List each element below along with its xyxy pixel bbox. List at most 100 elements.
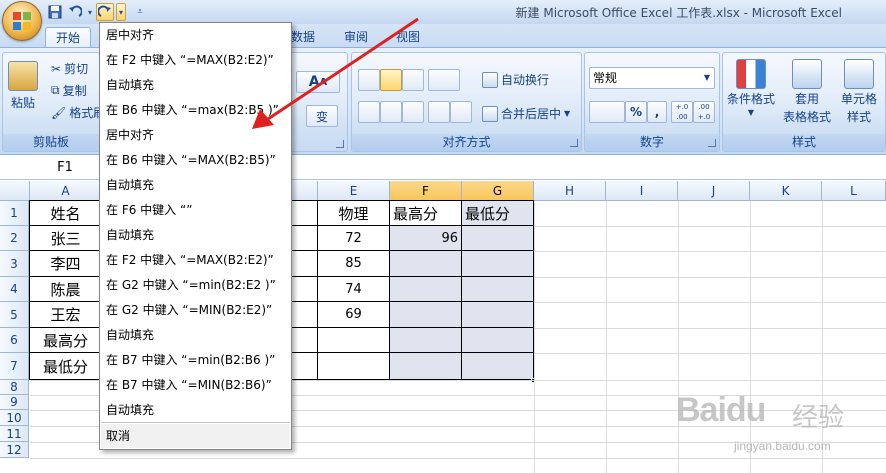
format-as-table-button[interactable]: 套用 表格格式	[783, 59, 831, 125]
row-header[interactable]: 12	[0, 442, 29, 458]
conditional-format-label: 条件格式	[727, 92, 776, 106]
alignment-group-label: 对齐方式	[352, 134, 581, 151]
menu-item[interactable]: 自动填充	[101, 223, 290, 248]
column-header[interactable]: E	[318, 181, 390, 201]
align-bottom-button[interactable]	[402, 69, 424, 91]
decrease-decimal-label: .00 +.0	[697, 103, 711, 121]
paste-label: 粘贴	[10, 96, 35, 110]
menu-item[interactable]: 在 B7 中键入 “=MIN(B2:B6)”	[101, 373, 290, 398]
row-header[interactable]: 9	[0, 395, 29, 410]
row-header[interactable]: 10	[0, 410, 29, 426]
cut-button[interactable]: ✂ 剪切	[51, 60, 88, 77]
merge-icon	[482, 105, 498, 122]
row-header[interactable]: 8	[0, 380, 29, 395]
phonetic-button[interactable]: 变	[306, 105, 338, 127]
menu-item[interactable]: 自动填充	[101, 73, 290, 98]
increase-decimal-button[interactable]: +.0 .00	[671, 101, 693, 123]
align-middle-button[interactable]	[380, 69, 402, 91]
number-format-select[interactable]: 常规 ▼	[589, 67, 715, 89]
align-center-button[interactable]	[380, 101, 402, 123]
undo-icon[interactable]	[66, 3, 84, 21]
column-header[interactable]: G	[462, 181, 534, 201]
menu-item[interactable]: 自动填充	[101, 323, 290, 348]
styles-group-label: 样式	[723, 134, 885, 151]
copy-label: 复制	[62, 84, 87, 98]
align-left-button[interactable]	[358, 101, 380, 123]
increase-decimal-label: +.0 .00	[675, 103, 689, 121]
menu-item[interactable]: 在 F2 中键入 “=MAX(B2:E2)”	[101, 48, 290, 73]
row-header[interactable]: 1	[0, 201, 29, 226]
menu-item[interactable]: 居中对齐	[101, 23, 290, 48]
column-header[interactable]: H	[534, 181, 606, 201]
row-header[interactable]: 3	[0, 251, 29, 277]
decrease-decimal-button[interactable]: .00 +.0	[693, 101, 715, 123]
customize-toolbar-icon[interactable]: ⩡	[134, 3, 146, 21]
shrink-font-label: A	[319, 76, 328, 88]
menu-item[interactable]: 在 F6 中键入 “”	[101, 198, 290, 223]
align-right-button[interactable]	[402, 101, 424, 123]
brush-icon: 🖌	[51, 105, 67, 120]
column-header[interactable]: L	[822, 181, 886, 201]
merge-center-button[interactable]: 合并后居中 ▼	[482, 105, 570, 122]
menu-item[interactable]: 在 B6 中键入 “=MAX(B2:B5)”	[101, 148, 290, 173]
menu-item[interactable]: 在 B6 中键入 “=max(B2:B5 )”	[101, 98, 290, 123]
row-header[interactable]: 6	[0, 328, 29, 353]
conditional-format-icon	[736, 59, 766, 89]
save-icon[interactable]	[46, 3, 64, 21]
row-header[interactable]: 11	[0, 426, 29, 442]
redo-history-menu: 居中对齐 在 F2 中键入 “=MAX(B2:E2)” 自动填充 在 B6 中键…	[99, 22, 292, 450]
menu-item[interactable]: 在 F2 中键入 “=MAX(B2:E2)”	[101, 248, 290, 273]
menu-item[interactable]: 在 B7 中键入 “=min(B2:B6 )”	[101, 348, 290, 373]
column-header[interactable]: K	[750, 181, 822, 201]
paste-button[interactable]: 粘贴	[8, 61, 38, 111]
menu-item[interactable]: 在 G2 中键入 “=min(B2:E2 )”	[101, 273, 290, 298]
column-header[interactable]: J	[678, 181, 750, 201]
percent-button[interactable]: %	[625, 101, 647, 123]
font-size-buttons[interactable]: AA	[296, 71, 340, 93]
window-title: 新建 Microsoft Office Excel 工作表.xlsx - Mic…	[515, 6, 842, 20]
alignment-launcher-icon[interactable]	[570, 139, 578, 147]
cell-styles-icon	[844, 59, 874, 89]
chevron-down-icon: ▼	[747, 108, 755, 117]
column-header[interactable]: A	[30, 181, 102, 201]
clipboard-group: 粘贴 ✂ 剪切 ⧉ 复制 🖌 格式刷 剪贴板	[2, 52, 105, 152]
tab-review[interactable]: 审阅	[334, 27, 378, 48]
cancel-menu-item[interactable]: 取消	[101, 424, 290, 448]
accounting-button[interactable]	[589, 101, 625, 123]
select-all-corner[interactable]	[0, 181, 30, 201]
format-painter-button[interactable]: 🖌 格式刷	[51, 104, 105, 121]
percent-label: %	[629, 105, 643, 119]
increase-indent-button[interactable]	[450, 101, 472, 123]
number-launcher-icon[interactable]	[708, 139, 716, 147]
alignment-group: 自动换行 合并后居中 ▼ 对齐方式	[351, 52, 582, 152]
decrease-indent-button[interactable]	[428, 101, 450, 123]
cell-styles-label-1: 单元格	[841, 92, 878, 106]
menu-item[interactable]: 自动填充	[101, 398, 290, 423]
redo-icon[interactable]	[96, 3, 114, 21]
menu-item[interactable]: 自动填充	[101, 173, 290, 198]
cell-styles-button[interactable]: 单元格 样式	[841, 59, 877, 125]
wrap-text-button[interactable]: 自动换行	[482, 71, 549, 88]
column-header[interactable]: F	[390, 181, 462, 201]
align-top-button[interactable]	[358, 69, 380, 91]
office-button[interactable]	[2, 1, 42, 41]
copy-button[interactable]: ⧉ 复制	[51, 82, 87, 99]
menu-item[interactable]: 居中对齐	[101, 123, 290, 148]
column-header[interactable]: I	[606, 181, 678, 201]
row-header[interactable]: 4	[0, 277, 29, 302]
row-header[interactable]: 2	[0, 226, 29, 251]
conditional-format-button[interactable]: 条件格式 ▼	[727, 59, 775, 117]
cell-styles-label-2: 样式	[847, 110, 872, 124]
comma-button[interactable]: ,	[647, 101, 667, 123]
menu-item[interactable]: 在 G2 中键入 “=MIN(B2:E2)”	[101, 298, 290, 323]
office-logo-icon	[13, 12, 33, 32]
undo-dropdown-icon[interactable]: ▾	[86, 3, 94, 21]
orientation-button[interactable]	[428, 69, 460, 91]
format-table-label-1: 套用	[795, 92, 820, 106]
row-header[interactable]: 5	[0, 302, 29, 328]
tab-view[interactable]: 视图	[386, 27, 430, 48]
tab-home[interactable]: 开始	[45, 27, 92, 48]
redo-dropdown-icon[interactable]: ▾	[116, 3, 126, 21]
row-header[interactable]: 7	[0, 353, 29, 380]
font-launcher-icon[interactable]	[336, 140, 344, 148]
